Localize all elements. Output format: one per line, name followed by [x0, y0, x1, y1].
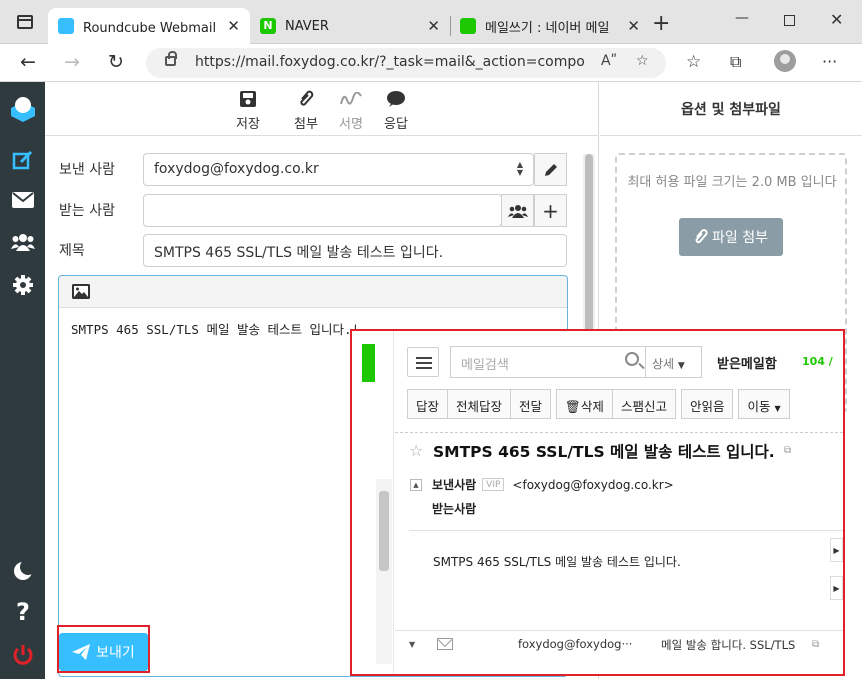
tab-title: Roundcube Webmail :: 쓰 [83, 20, 219, 36]
settings-gear-icon[interactable] [10, 273, 36, 297]
naver-screenshot-highlight [350, 329, 845, 676]
tab-roundcube[interactable]: Roundcube Webmail :: 쓰 ✕ [48, 8, 250, 44]
roundcube-favicon-icon [58, 18, 74, 34]
tab-title: 메일쓰기 : 네이버 메일 [485, 20, 610, 36]
back-icon[interactable]: ← [20, 51, 36, 73]
signature-button[interactable]: 서명 [329, 88, 373, 132]
to-label: 받는 사람 [59, 203, 115, 219]
to-input[interactable] [143, 194, 502, 227]
send-button-highlight [57, 625, 150, 673]
contacts-icon[interactable] [10, 230, 36, 254]
dark-mode-moon-icon[interactable] [10, 559, 36, 583]
image-icon[interactable] [72, 284, 90, 299]
favorites-icon[interactable]: ☆ [686, 51, 701, 73]
add-header-button[interactable]: + [534, 194, 567, 227]
tab-naver[interactable]: N NAVER ✕ [250, 8, 450, 44]
signature-icon [329, 88, 373, 110]
subject-input[interactable]: SMTPS 465 SSL/TLS 메일 발송 테스트 입니다. [143, 234, 567, 267]
save-label: 저장 [236, 117, 260, 132]
tab-naver-mail[interactable]: 메일쓰기 : 네이버 메일 ✕ [450, 8, 650, 44]
naver-favicon-icon: N [260, 18, 276, 34]
read-aloud-icon[interactable]: Aʺ [601, 53, 617, 69]
file-attach-button[interactable]: 파일 첨부 [679, 218, 783, 256]
address-book-button[interactable] [501, 194, 534, 227]
reload-icon[interactable]: ↻ [108, 51, 124, 73]
from-label: 보낸 사람 [59, 162, 115, 178]
help-icon[interactable]: ? [10, 598, 36, 626]
attach-button[interactable]: 첨부 [284, 88, 328, 132]
naver-mail-favicon-icon [460, 18, 476, 34]
address-bar[interactable]: https://mail.foxydog.co.kr/?_task=mail&_… [146, 48, 666, 78]
response-button[interactable]: 응답 [374, 88, 418, 132]
browser-nav-bar: ← → ↻ https://mail.foxydog.co.kr/?_task=… [0, 44, 862, 82]
compose-toolbar: 저장 첨부 서명 응답 [45, 82, 599, 136]
paperclip-icon [284, 88, 328, 110]
browser-tab-bar: Roundcube Webmail :: 쓰 ✕ N NAVER ✕ 메일쓰기 … [0, 0, 862, 44]
message-body: SMTPS 465 SSL/TLS 메일 발송 테스트 입니다.| [71, 322, 360, 337]
window-close-icon[interactable]: ✕ [830, 10, 843, 29]
compose-scrollbar-thumb[interactable] [585, 154, 593, 349]
close-icon[interactable]: ✕ [427, 17, 440, 35]
comment-icon [374, 88, 418, 110]
roundcube-logo-icon[interactable] [11, 96, 35, 122]
save-button[interactable]: 저장 [226, 88, 270, 132]
new-tab-icon[interactable]: + [652, 12, 670, 36]
editor-toolbar [59, 276, 567, 308]
paperclip-icon [695, 229, 708, 244]
mail-icon[interactable] [10, 188, 36, 212]
forward-icon[interactable]: → [64, 51, 80, 73]
response-label: 응답 [384, 117, 408, 132]
attach-label: 첨부 [294, 117, 318, 132]
close-icon[interactable]: ✕ [627, 17, 640, 35]
maximize-icon[interactable] [784, 15, 795, 26]
collections-icon[interactable]: ⧉ [730, 51, 741, 73]
logout-power-icon[interactable] [10, 643, 36, 667]
subject-label: 제목 [59, 243, 85, 259]
more-icon[interactable]: ··· [822, 51, 837, 73]
url-text[interactable]: https://mail.foxydog.co.kr/?_task=mail&_… [195, 54, 585, 70]
roundcube-sidebar: ? [0, 82, 45, 679]
minimize-icon[interactable]: — [735, 10, 749, 26]
lock-icon [165, 51, 177, 66]
add-favorite-icon[interactable]: ☆ [636, 53, 649, 69]
max-size-text: 최대 허용 파일 크기는 2.0 MB 입니다 [627, 175, 837, 190]
select-arrows-icon: ▲ ▼ [516, 160, 523, 177]
signature-label: 서명 [339, 117, 363, 132]
options-title: 옵션 및 첨부파일 [600, 82, 862, 136]
profile-avatar[interactable] [774, 50, 796, 72]
tab-title: NAVER [285, 18, 329, 34]
tab-actions-icon[interactable] [17, 15, 33, 29]
close-icon[interactable]: ✕ [227, 17, 240, 35]
save-icon [226, 88, 270, 110]
from-value: foxydog@foxydog.co.kr [154, 161, 319, 177]
edit-identity-button[interactable] [534, 153, 567, 186]
from-select[interactable]: foxydog@foxydog.co.kr ▲ ▼ [143, 153, 534, 186]
contacts-icon [507, 204, 528, 218]
compose-icon[interactable] [10, 148, 36, 172]
file-attach-label: 파일 첨부 [712, 230, 768, 246]
pencil-icon [544, 163, 557, 176]
